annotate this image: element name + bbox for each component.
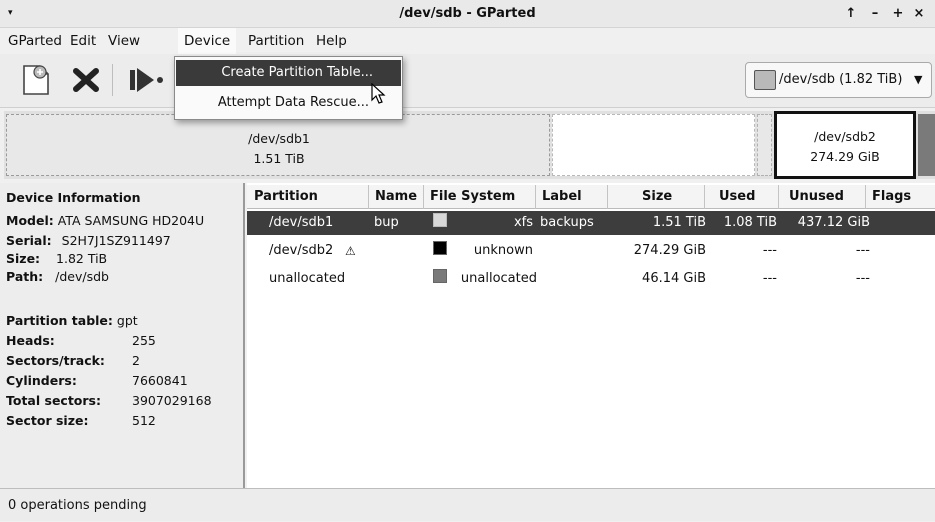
mouse-cursor-icon (371, 82, 387, 105)
column-used[interactable]: Used (705, 185, 779, 209)
sectors-track-row: Sectors/track: 2 (6, 353, 140, 368)
size-row: Size: 1.82 TiB (6, 251, 108, 266)
toolbar-separator (112, 64, 113, 96)
disk-icon (754, 70, 776, 90)
partition-table-row: Partition table: gpt (6, 313, 138, 328)
delete-icon[interactable] (64, 60, 108, 100)
window-title: /dev/sdb - GParted (399, 6, 536, 21)
sector-size-row: Sector size: 512 (6, 413, 156, 428)
column-file-system[interactable]: File System (424, 185, 536, 209)
cell-unused: --- (855, 243, 870, 258)
partition-visualizer: /dev/sdb1 1.51 TiB /dev/sdb2 274.29 GiB (4, 111, 935, 179)
device-selector-label: /dev/sdb (1.82 TiB) (779, 72, 903, 87)
cell-used: --- (762, 243, 777, 258)
menu-partition[interactable]: Partition (242, 28, 310, 54)
close-button[interactable]: × (910, 5, 928, 23)
minimize-button[interactable]: – (866, 5, 884, 23)
device-dropdown-menu: Create Partition Table... Attempt Data R… (174, 56, 403, 120)
menu-device[interactable]: Device (178, 28, 237, 54)
cell-fs-color (433, 211, 447, 235)
cylinders-row: Cylinders: 7660841 (6, 373, 188, 388)
cell-size: 46.14 GiB (642, 271, 706, 286)
column-label[interactable]: Label (536, 185, 608, 209)
pin-icon[interactable]: ↑ (842, 5, 860, 23)
device-information-panel: Device Information Model: ATA SAMSUNG HD… (0, 183, 245, 488)
cell-fs-color (433, 267, 447, 291)
column-partition[interactable]: Partition (248, 185, 369, 209)
status-bar: 0 operations pending (0, 488, 935, 521)
cell-file-system: unknown (473, 243, 533, 258)
total-sectors-row: Total sectors: 3907029168 (6, 393, 212, 408)
menu-view[interactable]: View (102, 28, 146, 54)
column-size[interactable]: Size (608, 185, 705, 209)
device-selector[interactable]: /dev/sdb (1.82 TiB) ▼ (745, 62, 932, 98)
column-name[interactable]: Name (369, 185, 424, 209)
cell-fs-color (433, 239, 447, 263)
visual-partition-name: /dev/sdb2 (814, 129, 876, 144)
heads-row: Heads: 255 (6, 333, 156, 348)
table-row[interactable]: unallocated unallocated 46.14 GiB --- --… (247, 267, 935, 291)
resize-move-icon[interactable] (124, 60, 168, 100)
maximize-button[interactable]: + (889, 5, 907, 23)
new-partition-icon[interactable] (14, 60, 58, 100)
table-row[interactable]: /dev/sdb1 bup xfs backups 1.51 TiB 1.08 … (247, 211, 935, 235)
cell-size: 1.51 TiB (652, 215, 706, 230)
serial-row: Serial: S2H7J1SZ911497 (6, 233, 171, 248)
cell-partition: unallocated (269, 271, 346, 286)
device-info-heading: Device Information (6, 190, 141, 205)
menu-edit[interactable]: Edit (64, 28, 102, 54)
cell-used: 1.08 TiB (723, 215, 777, 230)
model-row: Model: ATA SAMSUNG HD204U (6, 213, 205, 228)
visual-partition-name: /dev/sdb1 (248, 131, 310, 146)
cell-unused: 437.12 GiB (797, 215, 870, 230)
cell-file-system: unallocated (460, 271, 537, 286)
cell-partition: /dev/sdb1 (269, 215, 334, 230)
visual-partition-sdb2[interactable]: /dev/sdb2 274.29 GiB (774, 111, 916, 179)
column-flags[interactable]: Flags (866, 185, 935, 209)
cell-name: bup (374, 215, 399, 230)
menu-item-create-partition-table[interactable]: Create Partition Table... (176, 60, 401, 86)
menu-gparted[interactable]: GParted (2, 28, 68, 54)
menu-help[interactable]: Help (310, 28, 353, 54)
visual-unallocated[interactable] (918, 114, 935, 176)
table-row[interactable]: /dev/sdb2 ⚠ unknown 274.29 GiB --- --- (247, 239, 935, 263)
cell-size: 274.29 GiB (633, 243, 706, 258)
visual-partition-edge (757, 114, 772, 176)
chevron-down-icon: ▼ (914, 73, 923, 86)
path-row: Path: /dev/sdb (6, 269, 109, 284)
warning-icon: ⚠ (345, 244, 356, 258)
column-unused[interactable]: Unused (779, 185, 866, 209)
visual-partition-sdb1[interactable]: /dev/sdb1 1.51 TiB (6, 114, 550, 176)
cell-unused: --- (855, 271, 870, 286)
cell-file-system: xfs (513, 215, 533, 230)
operations-pending-status: 0 operations pending (8, 498, 147, 513)
visual-partition-size: 1.51 TiB (253, 151, 305, 166)
cell-label: backups (540, 215, 594, 230)
menu-item-attempt-data-rescue[interactable]: Attempt Data Rescue... (176, 90, 401, 116)
cell-partition: /dev/sdb2 (269, 243, 334, 258)
visual-partition-unused-space (552, 114, 755, 176)
cell-used: --- (762, 271, 777, 286)
visual-partition-size: 274.29 GiB (810, 149, 880, 164)
